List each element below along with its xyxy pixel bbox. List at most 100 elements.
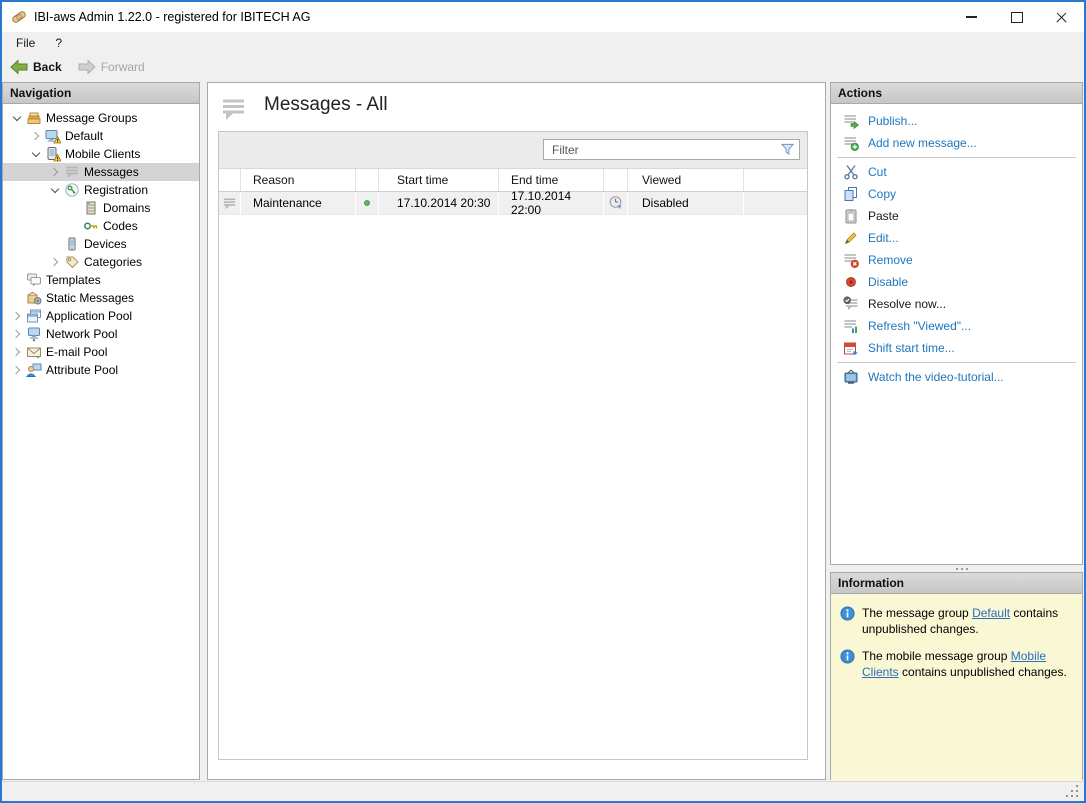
back-label: Back [33,60,62,74]
tree-item-email-pool[interactable]: E-mail Pool [3,343,199,361]
static-messages-icon [26,290,42,306]
chevron-right-icon[interactable] [47,164,63,180]
back-button[interactable]: Back [10,59,62,75]
chevron-down-icon[interactable] [47,182,63,198]
action-cut[interactable]: Cut [831,161,1082,183]
chevron-down-icon[interactable] [9,110,25,126]
close-button[interactable] [1039,2,1084,32]
maximize-button[interactable] [994,2,1039,32]
action-disable[interactable]: Disable [831,271,1082,293]
calendar-icon [843,340,859,356]
toolbar: Back Forward [2,54,1084,80]
tree-item-label: Application Pool [46,309,132,323]
menu-file[interactable]: File [6,32,45,54]
column-end-time[interactable]: End time [499,169,604,191]
tree-item-network-pool[interactable]: Network Pool [3,325,199,343]
cell-end-time: 17.10.2014 22:00 [499,192,604,214]
action-add-new-message[interactable]: Add new message... [831,132,1082,154]
panel-splitter[interactable] [830,565,1083,572]
pencil-icon [843,230,859,246]
paste-icon [843,208,859,224]
column-status[interactable] [356,169,379,191]
chevron-right-icon[interactable] [47,254,63,270]
column-viewed-icon[interactable] [604,169,628,191]
column-start-time[interactable]: Start time [379,169,499,191]
tree-item-messages[interactable]: Messages [3,163,199,181]
viewed-clock-icon [604,192,628,214]
chevron-right-icon[interactable] [9,308,25,324]
tree-item-default[interactable]: Default [3,127,199,145]
messages-header-icon [220,97,247,121]
tree-item-static-messages[interactable]: Static Messages [3,289,199,307]
table-row[interactable]: Maintenance 17.10.2014 20:30 17.10.2014 … [219,192,807,215]
chevron-right-icon[interactable] [28,128,44,144]
add-message-icon [843,135,859,151]
chevron-right-icon[interactable] [9,362,25,378]
tree-item-label: Registration [84,183,148,197]
column-reason[interactable]: Reason [241,169,356,191]
action-label: Refresh "Viewed"... [868,319,971,333]
action-remove[interactable]: Remove [831,249,1082,271]
action-shift-start-time[interactable]: Shift start time... [831,337,1082,359]
tree-item-mobile-clients[interactable]: Mobile Clients [3,145,199,163]
message-groups-icon [26,110,42,126]
tree-item-label: Messages [84,165,139,179]
page-title: Messages - All [264,94,388,116]
filter-field [543,139,800,160]
tree-item-devices[interactable]: Devices [3,235,199,253]
tree-item-attribute-pool[interactable]: Attribute Pool [3,361,199,379]
action-label: Edit... [868,231,899,245]
chevron-right-icon[interactable] [9,344,25,360]
action-edit[interactable]: Edit... [831,227,1082,249]
scissors-icon [843,164,859,180]
column-viewed[interactable]: Viewed [628,169,744,191]
tree-item-label: Attribute Pool [46,363,118,377]
tree-item-message-groups[interactable]: Message Groups [3,109,199,127]
action-copy[interactable]: Copy [831,183,1082,205]
action-label: Disable [868,275,908,289]
resize-grip[interactable] [1076,795,1078,797]
action-label: Cut [868,165,887,179]
action-watch-video-tutorial[interactable]: Watch the video-tutorial... [831,366,1082,388]
attribute-pool-icon [26,362,42,378]
tree-item-domains[interactable]: Domains [3,199,199,217]
action-resolve-now: Resolve now... [831,293,1082,315]
tree-item-codes[interactable]: Codes [3,217,199,235]
column-row-icon[interactable] [219,169,241,191]
action-refresh-viewed[interactable]: Refresh "Viewed"... [831,315,1082,337]
action-paste: Paste [831,205,1082,227]
forward-button[interactable]: Forward [78,59,145,75]
actions-header: Actions [831,83,1082,104]
refresh-viewed-icon [843,318,859,334]
tree-item-label: Templates [46,273,101,287]
chevron-right-icon[interactable] [9,326,25,342]
info-item: The mobile message group Mobile Clients … [840,648,1072,680]
filter-band [219,132,807,169]
minimize-button[interactable] [949,2,994,32]
action-label: Add new message... [868,136,977,150]
tree-item-registration[interactable]: Registration [3,181,199,199]
mobile-warning-icon [45,146,61,162]
filter-input[interactable] [543,139,800,160]
info-text-prefix: The mobile message group [862,649,1011,663]
tree-item-templates[interactable]: Templates [3,271,199,289]
maximize-icon [1011,12,1023,23]
filter-funnel-icon[interactable] [780,142,795,157]
copy-icon [843,186,859,202]
cell-start-time: 17.10.2014 20:30 [379,192,499,214]
info-text-suffix: contains unpublished changes. [899,665,1067,679]
chevron-down-icon[interactable] [28,146,44,162]
splitter-grip-icon [956,568,958,570]
status-bar [2,781,1084,802]
info-link-default[interactable]: Default [972,606,1010,620]
information-body: The message group Default contains unpub… [831,594,1082,781]
messages-list: Reason Start time End time Viewed Mainte… [218,131,808,760]
cell-viewed: Disabled [628,192,744,214]
monitor-warning-icon [45,128,61,144]
tree-item-categories[interactable]: Categories [3,253,199,271]
menu-help[interactable]: ? [45,32,72,54]
actions-separator [837,157,1076,158]
back-arrow-icon [10,59,28,75]
action-publish[interactable]: Publish... [831,110,1082,132]
tree-item-application-pool[interactable]: Application Pool [3,307,199,325]
